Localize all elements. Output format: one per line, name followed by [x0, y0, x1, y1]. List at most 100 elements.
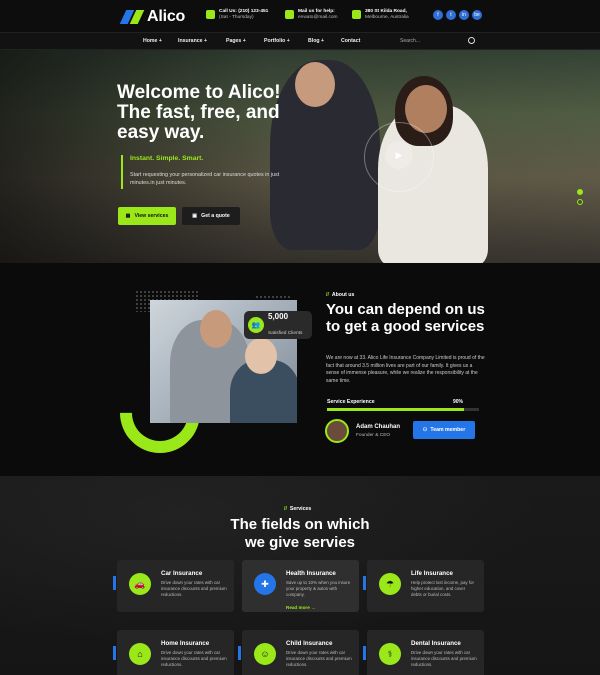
- slider-dots: [577, 189, 583, 205]
- service-card-life[interactable]: ☂ Life Insurance Help protect lost incom…: [363, 560, 484, 612]
- person-role: Founder & CEO: [356, 433, 391, 438]
- about-section: 👥 5,000 Satisfied Clients // About us Yo…: [0, 263, 600, 476]
- users-icon: 👥: [248, 317, 264, 333]
- card-title: Life Insurance: [411, 570, 453, 577]
- progress-fill: [327, 408, 464, 411]
- progress-label: Service Experience: [327, 399, 375, 405]
- tooth-icon: ⚕: [379, 643, 401, 665]
- clients-label: Satisfied Clients: [268, 330, 303, 336]
- card-title: Child Insurance: [286, 640, 333, 647]
- nav-blog[interactable]: Blog +: [308, 38, 324, 44]
- progress-value: 90%: [453, 399, 464, 405]
- slash-icon: //: [284, 506, 287, 512]
- card-description: Drive down your rates with car insurance…: [161, 580, 227, 598]
- mail-sub: enwato@mail.com: [298, 15, 338, 20]
- card-description: Save up to 10% when you insure your prop…: [286, 580, 351, 598]
- contact-mail[interactable]: Mail us for help: enwato@mail.com: [285, 9, 338, 21]
- service-card-home[interactable]: ⌂ Home Insurance Drive down your rates w…: [113, 630, 234, 675]
- hero-title: Welcome to Alico! The fast, free, and ea…: [117, 82, 281, 143]
- quote-icon: ▣: [192, 213, 198, 219]
- services-title-line2: we give servies: [244, 534, 356, 551]
- twitter-icon[interactable]: t: [446, 10, 456, 20]
- hero: Welcome to Alico! The fast, free, and ea…: [0, 50, 600, 263]
- location-icon: [352, 10, 361, 19]
- get-quote-button[interactable]: ▣ Get a quote: [182, 207, 240, 225]
- search-icon[interactable]: [468, 37, 475, 44]
- grid-icon: ▦: [125, 213, 131, 219]
- get-quote-label: Get a quote: [201, 213, 230, 219]
- service-card-child[interactable]: ☺ Child Insurance Drive down your rates …: [238, 630, 359, 675]
- card-accent: [113, 576, 116, 590]
- slash-icon: //: [326, 292, 329, 298]
- slider-dot[interactable]: [577, 189, 583, 195]
- facebook-icon[interactable]: f: [433, 10, 443, 20]
- progress-bar: [327, 408, 479, 411]
- services-eyebrow: // Services: [284, 506, 311, 512]
- read-more-link[interactable]: Read more →: [286, 605, 316, 610]
- contact-address[interactable]: 380 St Kilda Road, Melbourne, Australia: [352, 9, 409, 21]
- slider-dot[interactable]: [577, 199, 583, 205]
- clients-count: 5,000: [268, 311, 289, 321]
- card-title: Dental Insurance: [411, 640, 461, 647]
- car-icon: 🚗: [129, 573, 151, 595]
- play-video-button[interactable]: ▶: [385, 141, 413, 169]
- card-title: Home Insurance: [161, 640, 210, 647]
- nav-contact[interactable]: Contact: [341, 38, 360, 44]
- nav-pages[interactable]: Pages +: [226, 38, 246, 44]
- card-description: Drive down your rates with car insurance…: [161, 650, 227, 668]
- about-eyebrow: // About us: [326, 292, 354, 298]
- search-placeholder: Search...: [400, 38, 421, 44]
- service-card-dental[interactable]: ⚕ Dental Insurance Drive down your rates…: [363, 630, 484, 675]
- card-title: Car Insurance: [161, 570, 203, 577]
- about-eyebrow-label: About us: [331, 292, 355, 298]
- services-section: // Services The fields on which we give …: [0, 476, 600, 675]
- home-icon: ⌂: [129, 643, 151, 665]
- team-icon: ⚇: [422, 427, 428, 433]
- umbrella-icon: ☂: [379, 573, 401, 595]
- mail-icon: [285, 10, 294, 19]
- logo-text: Alico: [147, 8, 186, 25]
- nav-portfolio[interactable]: Portfolio +: [264, 38, 290, 44]
- clients-stat-card: 👥 5,000 Satisfied Clients: [244, 311, 312, 339]
- about-title: You can depend on us to get a good servi…: [326, 301, 485, 335]
- logo-mark-icon: [119, 10, 145, 24]
- team-member-label: Team member: [430, 427, 466, 433]
- services-title: The fields on which we give servies: [0, 516, 600, 552]
- play-icon: ▶: [395, 149, 403, 160]
- view-services-label: View services: [134, 213, 169, 219]
- card-accent: [113, 646, 116, 660]
- social-links: f t in be: [433, 10, 482, 20]
- main-nav: Home + Insurance + Pages + Portfolio + B…: [0, 32, 600, 50]
- about-description: We are now at 33. Alico Life Insurance C…: [326, 355, 485, 384]
- service-card-health[interactable]: ✚ Health Insurance Save up to 10% when y…: [242, 560, 359, 612]
- hero-tagline: Instant. Simple. Smart.: [130, 155, 204, 162]
- hero-description: Start requesting your personalized car i…: [130, 172, 280, 186]
- search-input[interactable]: Search...: [400, 37, 475, 44]
- nav-home[interactable]: Home +: [143, 38, 162, 44]
- behance-icon[interactable]: be: [472, 10, 482, 20]
- service-card-car[interactable]: 🚗 Car Insurance Drive down your rates wi…: [113, 560, 234, 612]
- card-title: Health Insurance: [286, 570, 336, 577]
- services-eyebrow-label: Services: [289, 506, 312, 512]
- avatar: [325, 419, 349, 443]
- view-services-button[interactable]: ▦ View services: [118, 207, 176, 225]
- card-accent: [363, 576, 366, 590]
- team-member-button[interactable]: ⚇ Team member: [413, 421, 475, 439]
- person-name: Adam Chauhan: [356, 424, 401, 430]
- contact-call[interactable]: Call Us: (210) 123-451 (Sat - Thursday): [206, 9, 268, 21]
- services-title-line1: The fields on which: [230, 516, 370, 533]
- logo[interactable]: Alico: [119, 8, 186, 26]
- page: Alico Call Us: (210) 123-451 (Sat - Thurs…: [0, 0, 600, 675]
- heart-hand-icon: ✚: [254, 573, 276, 595]
- phone-icon: [206, 10, 215, 19]
- address-sub: Melbourne, Australia: [365, 15, 409, 20]
- child-icon: ☺: [254, 643, 276, 665]
- card-description: Drive down your rates with car insurance…: [411, 650, 477, 668]
- card-description: Help protect lost income, pay for higher…: [411, 580, 474, 598]
- instagram-icon[interactable]: in: [459, 10, 469, 20]
- nav-insurance[interactable]: Insurance +: [178, 38, 207, 44]
- call-sub: (Sat - Thursday): [219, 15, 254, 20]
- tagline-bar: [121, 155, 125, 189]
- card-description: Drive down your rates with car insurance…: [286, 650, 352, 668]
- card-accent: [238, 646, 241, 660]
